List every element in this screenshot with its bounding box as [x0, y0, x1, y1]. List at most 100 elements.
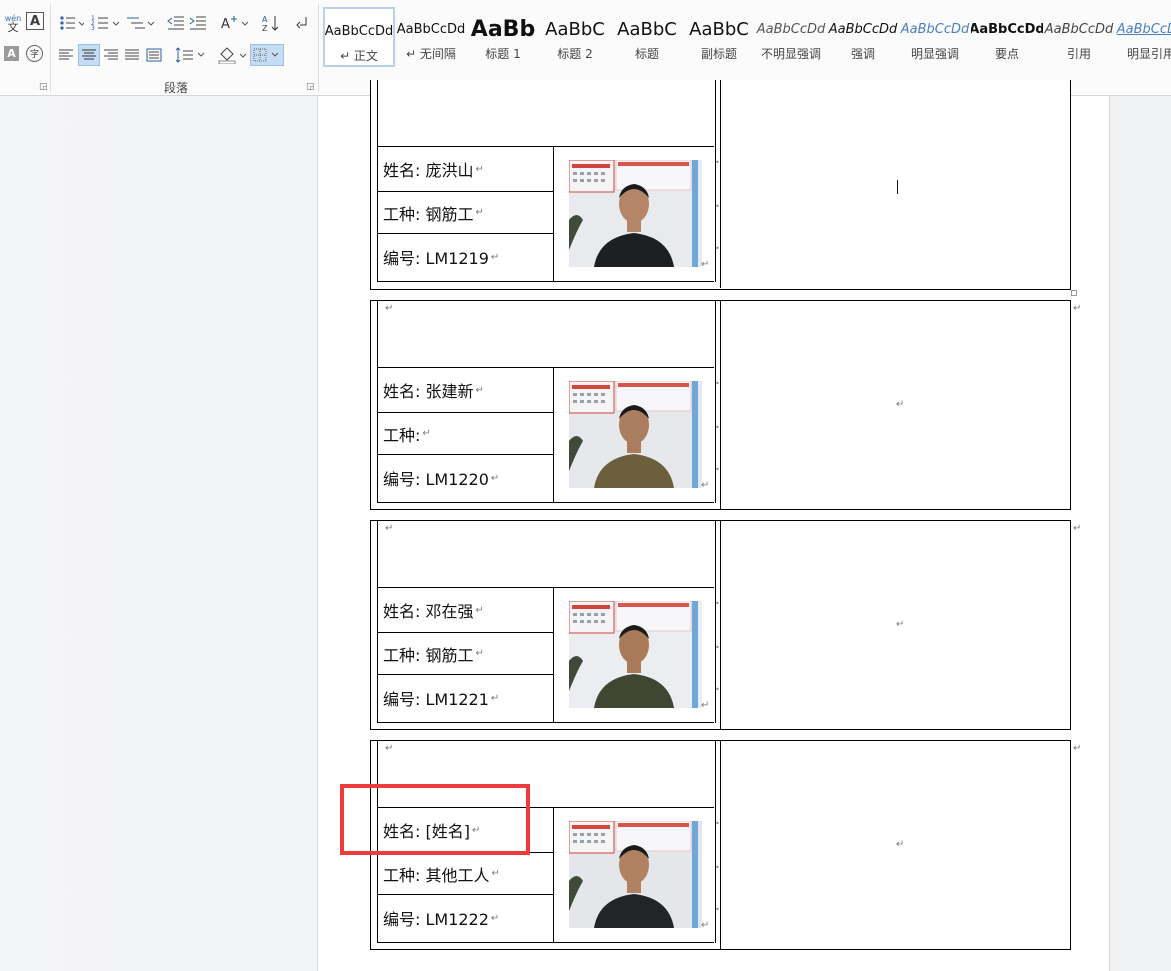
align-left-button[interactable]: [56, 44, 76, 66]
worker-id-field-text: 编号: LM1221: [383, 690, 489, 709]
worker-photo[interactable]: [569, 821, 702, 928]
worker-name-field[interactable]: 姓名: 张建新 ↵: [377, 368, 553, 413]
cell-marker: •: [715, 863, 720, 872]
worker-name-field[interactable]: 姓名: 邓在强 ↵: [377, 588, 553, 633]
worker-name-field-text: 姓名: 邓在强: [383, 602, 474, 621]
style-sample: AaBbCcDd: [1044, 21, 1114, 37]
style-item[interactable]: AaBbCcDd 不明显强调: [755, 7, 827, 67]
style-item[interactable]: AaBbCcDd 明显强调: [899, 7, 971, 67]
paragraph-mark-icon: ↵: [1073, 303, 1082, 314]
justify-button[interactable]: [122, 44, 142, 66]
style-item[interactable]: AaBbCcDd ↵ 无间隔: [395, 7, 467, 67]
style-name: 标题: [634, 47, 659, 61]
worker-id-field-text: 编号: LM1222: [383, 910, 489, 929]
cell-marker: •: [715, 465, 720, 474]
style-item[interactable]: AaBbC 标题 2: [539, 7, 611, 67]
info-table: 姓名: 张建新 ↵ 工种: ↵ 编号: LM1220 ↵ ↵: [377, 367, 714, 503]
paragraph-mark-icon: ↵: [385, 303, 394, 314]
paragraph-mark-icon: ↵: [475, 163, 484, 175]
badge-card[interactable]: ↵ 姓名: 张建新 ↵ 工种: ↵ 编号: LM1220 ↵ ↵ ↵ ↵ • • •: [370, 300, 1081, 510]
increase-indent-icon: [189, 16, 206, 30]
column-divider: [720, 741, 721, 949]
font-dialog-launcher-icon[interactable]: ◲: [39, 82, 48, 92]
align-center-icon: [82, 49, 96, 60]
style-name: 不明显强调: [760, 47, 821, 61]
style-name: ↵ 无间隔: [406, 47, 456, 61]
styles-gallery: AaBbCcDd ↵ 正文 AaBbCcDd ↵ 无间隔 AaBb 标题 1 AaBbC 标题…: [323, 7, 1171, 69]
badge-card[interactable]: 姓名: 庞洪山 ↵ 工种: 钢筋工 ↵ 编号: LM1219 ↵ ↵ • • •: [370, 80, 1071, 290]
paragraph-dialog-launcher-icon[interactable]: ◲: [306, 82, 315, 92]
worker-job-field-text: 工种: 钢筋工: [383, 204, 474, 224]
style-name: 强调: [850, 47, 875, 61]
worker-photo-image: [569, 601, 702, 708]
table-resize-handle[interactable]: [1071, 290, 1077, 296]
style-item[interactable]: AaBbC 副标题: [683, 7, 755, 67]
shading-button[interactable]: [216, 44, 248, 66]
style-item[interactable]: AaBbCcDd 引用: [1043, 7, 1115, 67]
paragraph-mark-icon: ↵: [701, 259, 710, 270]
character-shading-button[interactable]: A: [4, 46, 19, 61]
numbering-button[interactable]: 123: [89, 12, 121, 34]
worker-job-field[interactable]: 工种: ↵: [377, 413, 553, 455]
bullets-icon: [60, 16, 84, 30]
paragraph-mark-icon: ↵: [385, 743, 394, 754]
line-spacing-button[interactable]: [174, 44, 206, 66]
chinese-layout-button[interactable]: A: [218, 12, 250, 34]
worker-photo-image: [569, 160, 702, 267]
sort-button[interactable]: AZ: [260, 12, 282, 34]
style-name: ↵ 正文: [340, 49, 378, 63]
phonetic-guide-button[interactable]: wén 文: [3, 12, 23, 34]
worker-photo[interactable]: [569, 160, 702, 267]
align-center-button[interactable]: [78, 44, 100, 66]
worker-name-field[interactable]: 姓名: 庞洪山 ↵: [377, 147, 553, 192]
photo-cell: ↵: [553, 588, 714, 722]
ribbon-separator: [318, 4, 319, 92]
style-item[interactable]: AaBbC 标题: [611, 7, 683, 67]
navigation-margin: [0, 96, 318, 971]
align-right-button[interactable]: [101, 44, 121, 66]
multilevel-list-button[interactable]: [124, 12, 156, 34]
style-item[interactable]: AaBb 标题 1: [467, 7, 539, 67]
style-item[interactable]: AaBbCcDd 要点: [971, 7, 1043, 67]
info-table: 姓名: 庞洪山 ↵ 工种: 钢筋工 ↵ 编号: LM1219 ↵ ↵: [377, 146, 714, 282]
worker-id-field[interactable]: 编号: LM1221 ↵: [377, 675, 553, 721]
style-name: 标题 2: [557, 47, 593, 61]
paragraph-mark-icon: ↵: [475, 604, 484, 616]
style-item[interactable]: AaBbCcDd 明显引用: [1115, 7, 1171, 67]
enclose-characters-button[interactable]: 字: [26, 45, 43, 62]
worker-id-field[interactable]: 编号: LM1220 ↵: [377, 455, 553, 501]
style-sample: AaBbCcDd: [396, 21, 466, 37]
numbering-icon: 123: [91, 15, 120, 32]
worker-job-field[interactable]: 工种: 钢筋工 ↵: [377, 192, 553, 234]
distributed-button[interactable]: [144, 44, 164, 66]
worker-photo[interactable]: [569, 601, 702, 708]
paint-bucket-icon: [218, 47, 247, 64]
worker-id-field[interactable]: 编号: LM1222 ↵: [377, 895, 553, 941]
increase-indent-button[interactable]: [188, 12, 208, 34]
right-margin: [1110, 96, 1171, 971]
decrease-indent-button[interactable]: [166, 12, 186, 34]
paragraph-mark-icon: ↵: [896, 839, 905, 850]
distributed-icon: [146, 48, 162, 62]
worker-id-field-text: 编号: LM1219: [383, 249, 489, 268]
paragraph-mark-icon: ↵: [475, 207, 484, 218]
worker-name-field-text: 姓名: 张建新: [383, 382, 474, 401]
worker-id-field[interactable]: 编号: LM1219 ↵: [377, 234, 553, 280]
svg-text:A: A: [221, 17, 230, 32]
bullets-button[interactable]: [56, 12, 86, 34]
worker-job-field[interactable]: 工种: 钢筋工 ↵: [377, 633, 553, 675]
show-hide-marks-button[interactable]: [293, 12, 311, 34]
cell-marker: •: [715, 202, 720, 211]
style-sample: AaBbCcDd: [1116, 21, 1171, 37]
column-divider: [720, 521, 721, 729]
character-border-button[interactable]: A: [26, 12, 44, 30]
badge-card[interactable]: ↵ 姓名: 邓在强 ↵ 工种: 钢筋工 ↵ 编号: LM1221 ↵ ↵ ↵ ↵ • • •: [370, 520, 1081, 730]
borders-button[interactable]: [250, 44, 284, 66]
ribbon-separator: [50, 4, 51, 92]
style-sample: AaBbCcDd: [756, 21, 826, 37]
chinese-layout-icon: A: [221, 16, 249, 32]
style-item[interactable]: AaBbCcDd 强调: [827, 7, 899, 67]
worker-photo[interactable]: [569, 381, 702, 488]
worker-job-field[interactable]: 工种: 其他工人 ↵: [377, 853, 553, 895]
style-item[interactable]: AaBbCcDd ↵ 正文: [323, 7, 395, 67]
